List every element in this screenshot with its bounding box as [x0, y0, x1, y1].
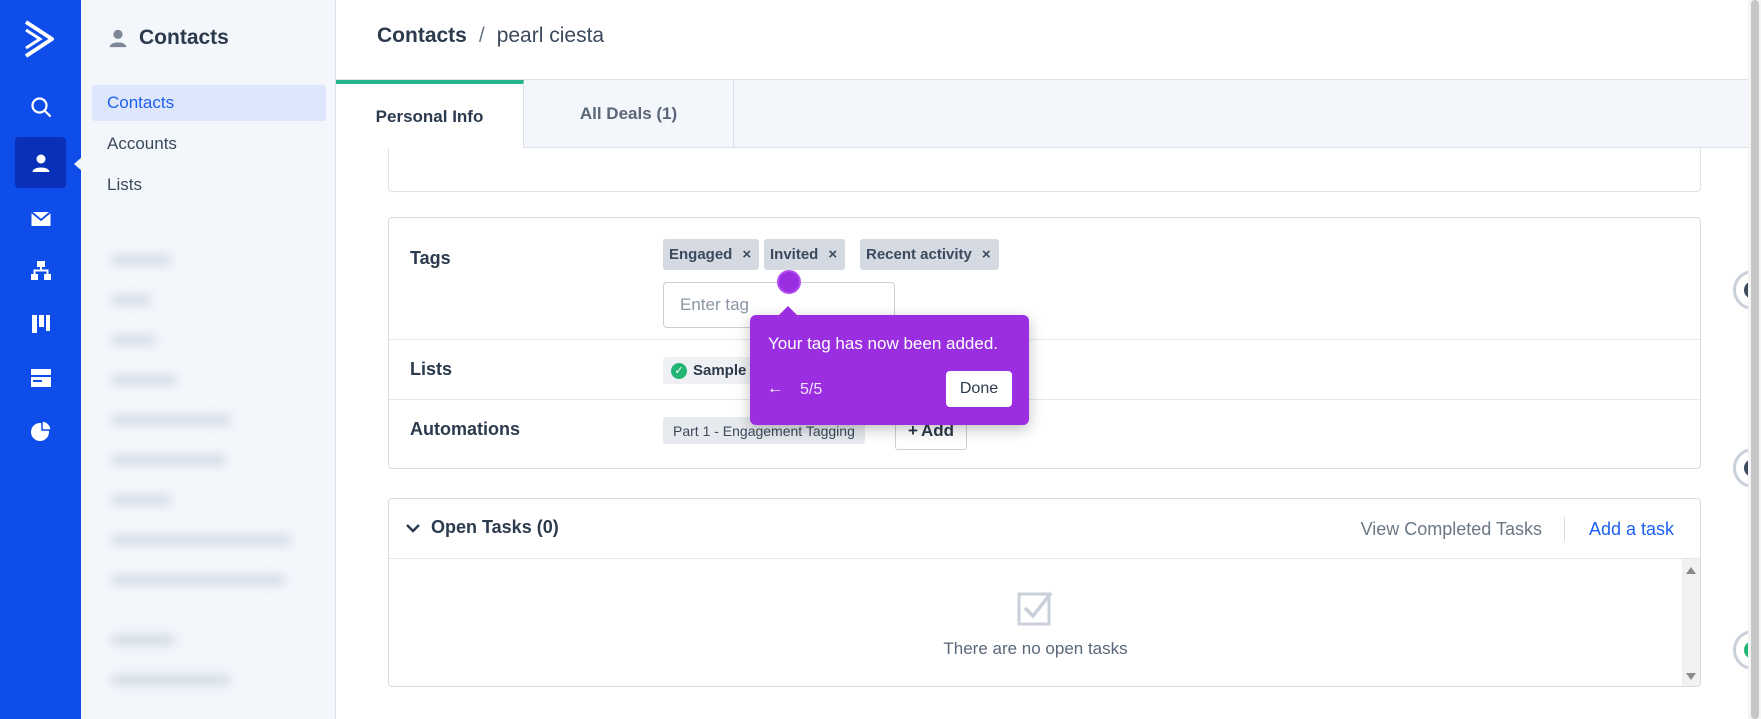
rail-reports-button[interactable] [15, 405, 66, 456]
tag-remove-icon[interactable]: × [742, 246, 751, 263]
reports-icon [30, 419, 52, 441]
checkbox-icon [1017, 591, 1053, 626]
row-divider [389, 339, 1700, 340]
rail-site-button[interactable] [15, 352, 66, 403]
tag-remove-icon[interactable]: × [982, 246, 991, 263]
app-window: Contacts Contacts Accounts Lists Contact… [0, 0, 1761, 719]
rail-email-button[interactable] [15, 193, 66, 244]
main-content: Tags Engaged × Invited × Recent activity… [336, 148, 1744, 719]
tags-label: Tags [410, 248, 451, 268]
rail-automations-button[interactable] [15, 245, 66, 296]
previous-card-edge [388, 148, 1701, 192]
contacts-icon [32, 154, 49, 172]
view-completed-tasks-link[interactable]: View Completed Tasks [1361, 519, 1542, 540]
breadcrumb: Contacts / pearl ciesta [377, 24, 604, 48]
email-icon [30, 210, 51, 226]
blurred-filters [87, 225, 332, 719]
tag-chip: Invited × [764, 239, 846, 270]
subnav-item-contacts[interactable]: Contacts [92, 85, 326, 121]
subnav-title: Contacts [139, 26, 229, 49]
tasks-header: Open Tasks (0) View Completed Tasks Add … [389, 499, 1700, 559]
breadcrumb-separator: / [478, 24, 485, 47]
breadcrumb-contacts-link[interactable]: Contacts [377, 24, 467, 48]
tag-chip: Engaged × [663, 239, 760, 270]
empty-tasks-message: There are no open tasks [943, 639, 1128, 658]
lists-label: Lists [410, 359, 453, 379]
search-icon [30, 96, 51, 117]
page-scrollbar[interactable] [1748, 0, 1761, 719]
deals-icon [31, 314, 50, 333]
rail-search-button[interactable] [15, 81, 66, 132]
subnav-header: Contacts [107, 26, 229, 50]
chevron-down-icon [406, 523, 420, 533]
contact-tabs: Personal Info All Deals (1) [336, 80, 1761, 149]
page-header: Contacts / pearl ciesta [336, 0, 1761, 80]
site-icon [30, 368, 51, 387]
tour-tooltip: Your tag has now been added. ← 5/5 Done [750, 306, 1029, 425]
logo-icon[interactable] [22, 18, 58, 60]
tag-remove-icon[interactable]: × [828, 246, 837, 263]
person-icon [109, 29, 127, 48]
add-task-link[interactable]: Add a task [1589, 519, 1674, 540]
icon-rail [0, 0, 81, 719]
breadcrumb-contact-name: pearl ciesta [496, 24, 605, 47]
tasks-toggle[interactable]: Open Tasks (0) [405, 517, 559, 538]
row-divider [389, 399, 1700, 400]
tasks-title: Open Tasks (0) [431, 517, 559, 537]
tab-personal-info[interactable]: Personal Info [336, 80, 524, 149]
check-circle-icon: ✓ [671, 362, 687, 379]
scroll-up-icon[interactable] [1686, 567, 1696, 574]
subnav-item-lists[interactable]: Lists [92, 167, 326, 203]
automation-icon [30, 260, 51, 280]
link-separator [1564, 517, 1565, 541]
tooltip-step-counter: 5/5 [800, 381, 823, 398]
rail-contacts-button[interactable] [15, 137, 66, 188]
contact-info-card: Tags Engaged × Invited × Recent activity… [388, 217, 1701, 469]
rail-deals-button[interactable] [15, 298, 66, 349]
subnav-item-accounts[interactable]: Accounts [92, 126, 326, 162]
back-arrow-icon[interactable]: ← [767, 380, 783, 398]
contacts-subnav: Contacts Contacts Accounts Lists [81, 0, 336, 719]
scroll-down-icon[interactable] [1686, 673, 1696, 680]
automations-label: Automations [410, 419, 520, 439]
tooltip-arrow [778, 306, 798, 316]
tooltip-message: Your tag has now been added. [768, 334, 999, 353]
tab-all-deals[interactable]: All Deals (1) [524, 80, 734, 148]
tooltip-done-button[interactable]: Done [946, 371, 1012, 407]
tag-chip: Recent activity × [860, 239, 999, 270]
open-tasks-card: Open Tasks (0) View Completed Tasks Add … [388, 498, 1701, 687]
tour-beacon [777, 270, 801, 294]
list-chip: ✓ Sample [663, 357, 755, 384]
tasks-scrollbar[interactable] [1682, 559, 1700, 686]
page-scrollbar-thumb[interactable] [1751, 0, 1759, 719]
